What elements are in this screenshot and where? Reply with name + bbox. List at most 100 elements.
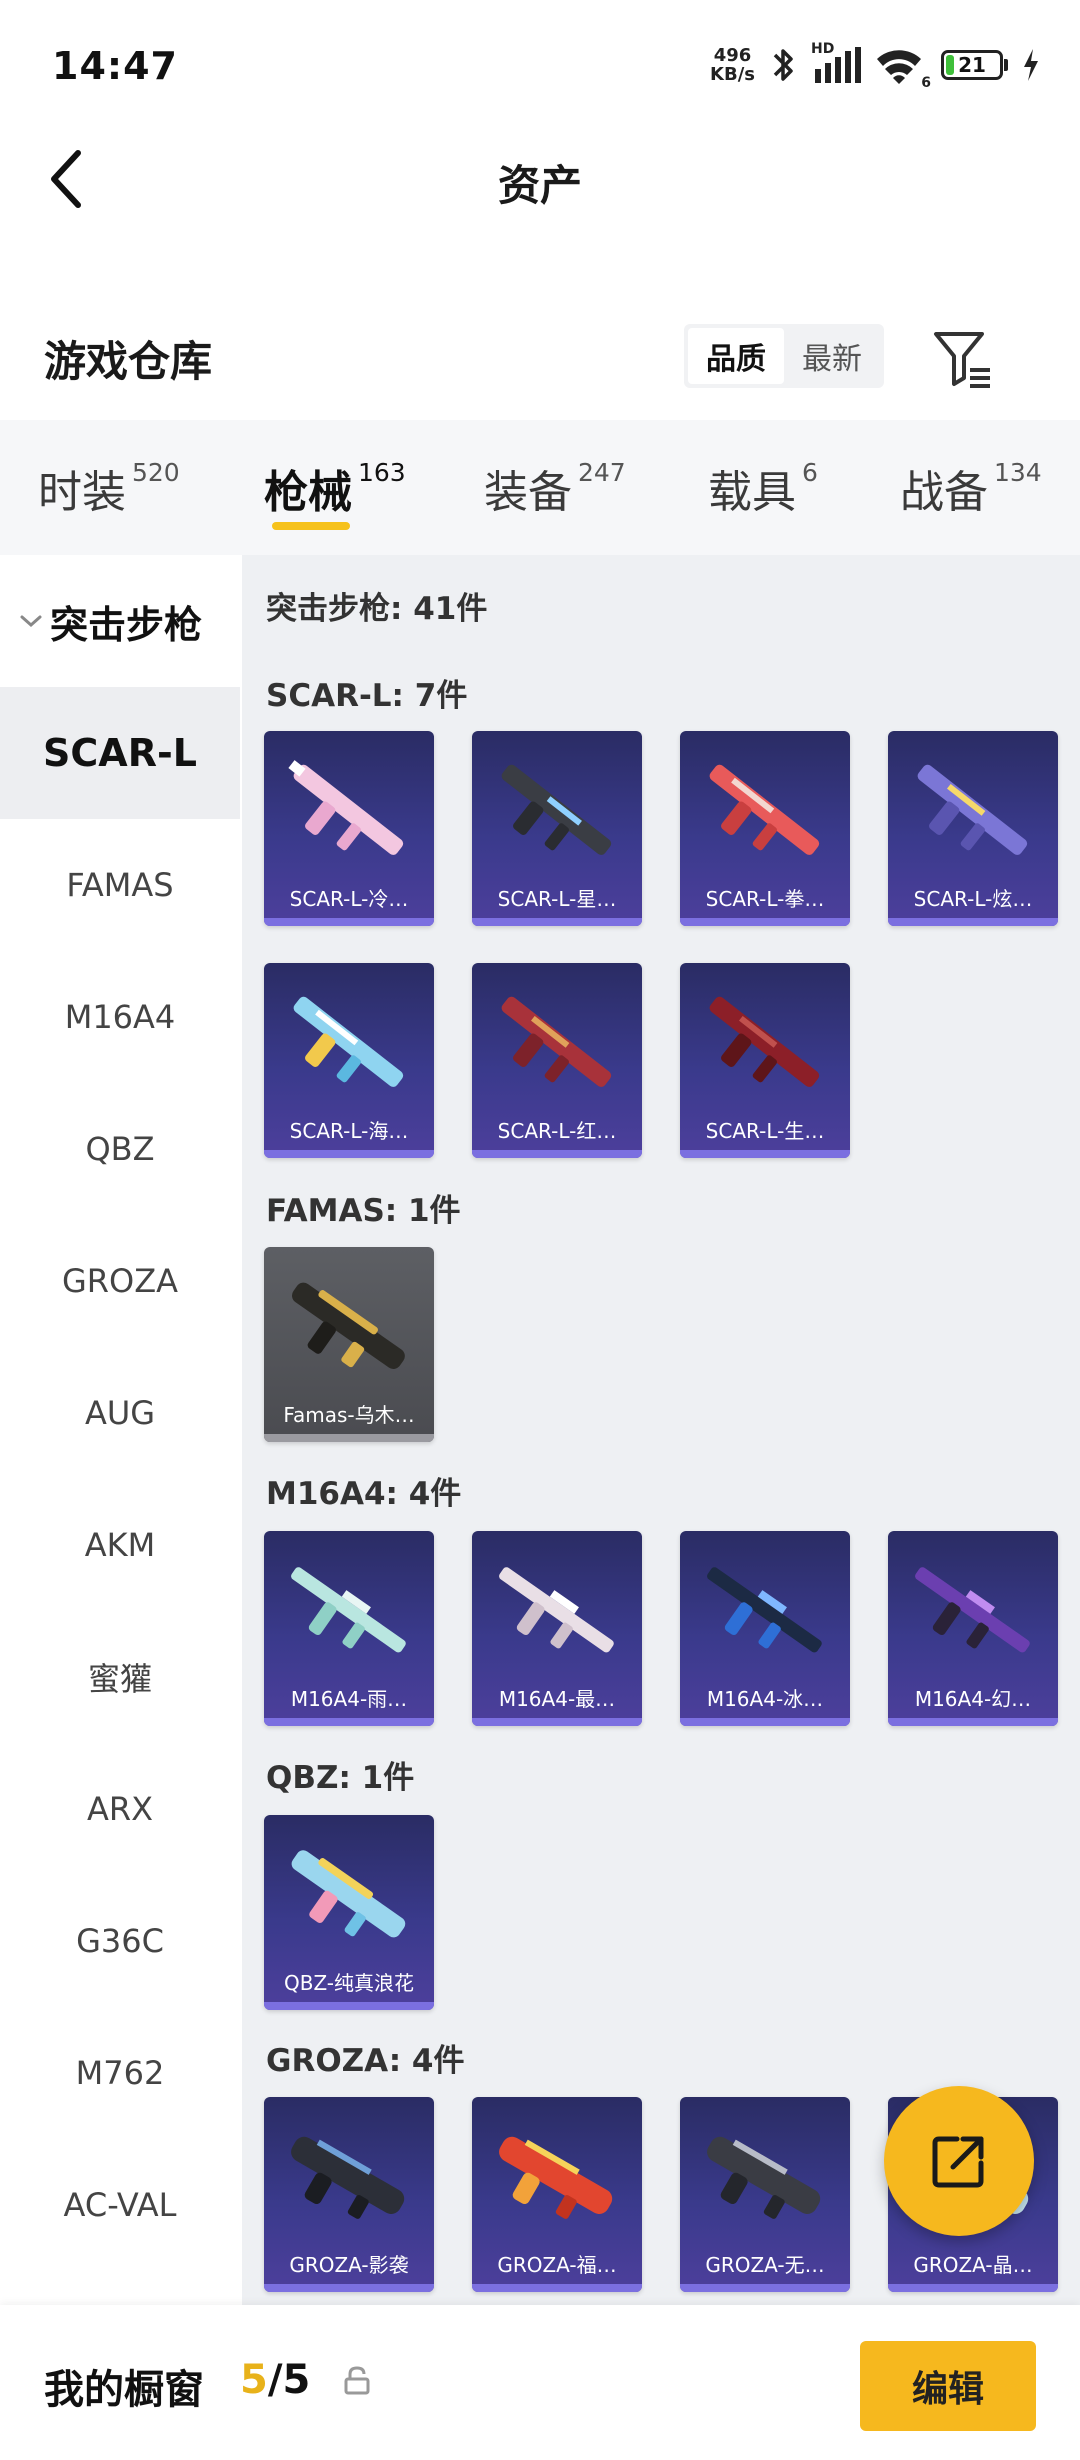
weapon-card-label: GROZA-无… — [705, 2253, 825, 2277]
sidebar-group-assault-rifles[interactable]: 突击步枪 — [0, 555, 240, 687]
weapon-card[interactable]: GROZA-福… — [472, 2097, 642, 2292]
wifi-indicator: 6 — [875, 45, 931, 91]
weapon-card-label: SCAR-L-炫… — [913, 887, 1033, 911]
edit-button[interactable]: 编辑 — [860, 2341, 1036, 2431]
showcase-count: 5/5 — [240, 2357, 310, 2403]
weapon-card-label: GROZA-福… — [497, 2253, 617, 2277]
group-title-famas: FAMAS: 1件 — [266, 1193, 461, 1229]
warehouse-toolbar: 游戏仓库 品质 最新 — [0, 300, 1080, 410]
weapon-card-label: SCAR-L-海… — [289, 1119, 409, 1143]
warehouse-title: 游戏仓库 — [44, 337, 213, 386]
weapon-card[interactable]: GROZA-影袭 — [264, 2097, 434, 2292]
cellular-signal: HD — [811, 41, 861, 85]
weapon-card-label: SCAR-L-星… — [497, 887, 617, 911]
weapon-card[interactable]: M16A4-幻… — [888, 1531, 1058, 1726]
sidebar-item-arx[interactable]: ARX — [0, 1743, 240, 1875]
weapon-card-label: SCAR-L-冷… — [289, 887, 409, 911]
rifle-icon — [293, 996, 404, 1087]
weapon-card-label: QBZ-纯真浪花 — [283, 1971, 415, 1995]
showcase-total: /5 — [267, 2357, 311, 2403]
sidebar-item-qbz[interactable]: QBZ — [0, 1083, 240, 1215]
sidebar-item-honey-badger[interactable]: 蜜獾 — [0, 1611, 240, 1743]
weapon-card[interactable]: SCAR-L-拳… — [680, 731, 850, 926]
rifle-icon — [707, 1567, 822, 1653]
sidebar-item-g36c[interactable]: G36C — [0, 1875, 240, 2007]
rifle-icon — [291, 1850, 406, 1938]
tab-vehicles[interactable]: 载具 6 — [708, 456, 818, 536]
sidebar-group-label: 突击步枪 — [50, 602, 203, 647]
weapon-card-label: GROZA-影袭 — [289, 2253, 409, 2277]
tab-label: 时装 — [38, 467, 126, 518]
rifle-icon — [291, 1567, 406, 1653]
weapon-card[interactable]: Famas-乌木… — [264, 1247, 434, 1442]
sidebar-item-famas[interactable]: FAMAS — [0, 819, 240, 951]
weapon-card[interactable]: SCAR-L-海… — [264, 963, 434, 1158]
share-button[interactable] — [884, 2086, 1034, 2236]
battery-indicator: 21 — [941, 50, 1008, 80]
bluetooth-icon — [773, 49, 793, 81]
weapon-card[interactable]: M16A4-雨… — [264, 1531, 434, 1726]
weapon-card-label: SCAR-L-生… — [705, 1119, 825, 1143]
rifle-icon — [288, 760, 404, 855]
weapon-card[interactable]: M16A4-冰… — [680, 1531, 850, 1726]
showcase-bar: 我的橱窗 5/5 编辑 — [0, 2305, 1080, 2460]
tab-count: 6 — [802, 458, 818, 487]
rifle-icon — [501, 764, 612, 855]
weapon-card[interactable]: SCAR-L-红… — [472, 963, 642, 1158]
showcase-label: 我的橱窗 — [44, 2367, 204, 2413]
group-title-scar-l: SCAR-L: 7件 — [266, 678, 468, 714]
sidebar-item-scar-l[interactable]: SCAR-L — [0, 687, 240, 819]
status-icons: 496 KB/s HD 6 21 — [710, 40, 1040, 91]
wifi-icon — [877, 50, 921, 84]
app-header: 资产 — [0, 130, 1080, 230]
sort-option-quality[interactable]: 品质 — [688, 328, 784, 384]
battery-level: 21 — [958, 53, 986, 77]
tab-fashion[interactable]: 时装 520 — [38, 456, 180, 536]
chevron-down-icon — [20, 615, 42, 628]
sidebar-item-m16a4[interactable]: M16A4 — [0, 951, 240, 1083]
network-speed-value: 496 — [713, 45, 752, 66]
group-title-qbz: QBZ: 1件 — [266, 1760, 415, 1796]
sidebar-item-ac-val[interactable]: AC-VAL — [0, 2139, 240, 2271]
weapon-card[interactable]: QBZ-纯真浪花 — [264, 1815, 434, 2010]
tab-count: 520 — [132, 458, 180, 487]
category-tabs: 时装 520 枪械 163 装备 247 载具 6 战备 134 — [0, 420, 1080, 555]
group-title-m16a4: M16A4: 4件 — [266, 1476, 462, 1512]
weapon-card[interactable]: GROZA-无… — [680, 2097, 850, 2292]
tab-equipment[interactable]: 装备 247 — [484, 456, 626, 536]
rifle-icon — [501, 996, 612, 1087]
weapon-card-label: GROZA-晶… — [913, 2253, 1033, 2277]
tab-firearms[interactable]: 枪械 163 — [264, 456, 406, 536]
filter-icon — [934, 332, 990, 388]
sidebar-item-m762[interactable]: M762 — [0, 2007, 240, 2139]
weapon-card[interactable]: SCAR-L-炫… — [888, 731, 1058, 926]
rifle-icon — [292, 1282, 405, 1369]
sidebar-item-aug[interactable]: AUG — [0, 1347, 240, 1479]
share-icon — [932, 2136, 984, 2188]
showcase-current: 5 — [240, 2357, 268, 2403]
sidebar-item-groza[interactable]: GROZA — [0, 1215, 240, 1347]
rifle-icon — [709, 996, 820, 1087]
weapon-card[interactable]: SCAR-L-冷… — [264, 731, 434, 926]
weapon-card[interactable]: SCAR-L-生… — [680, 963, 850, 1158]
filter-button[interactable] — [930, 326, 994, 390]
wifi-label: 6 — [921, 75, 931, 91]
charging-icon — [1024, 49, 1038, 81]
sidebar-item-akm[interactable]: AKM — [0, 1479, 240, 1611]
weapon-card-label: M16A4-最… — [498, 1687, 616, 1711]
tab-supplies[interactable]: 战备 134 — [900, 456, 1042, 536]
active-tab-indicator — [272, 522, 350, 530]
weapon-card-label: Famas-乌木… — [283, 1403, 415, 1427]
tab-label: 装备 — [484, 467, 572, 518]
weapon-card[interactable]: M16A4-最… — [472, 1531, 642, 1726]
signal-icon — [815, 47, 861, 83]
weapon-card-label: SCAR-L-红… — [497, 1119, 617, 1143]
network-speed: 496 KB/s — [710, 46, 755, 84]
weapon-card[interactable]: SCAR-L-星… — [472, 731, 642, 926]
sort-option-newest[interactable]: 最新 — [784, 328, 880, 384]
rifle-icon — [915, 1567, 1030, 1653]
rifle-icon — [499, 1567, 614, 1653]
tab-count: 163 — [358, 458, 406, 487]
tab-label: 载具 — [708, 467, 796, 518]
weapon-card-label: SCAR-L-拳… — [705, 887, 825, 911]
